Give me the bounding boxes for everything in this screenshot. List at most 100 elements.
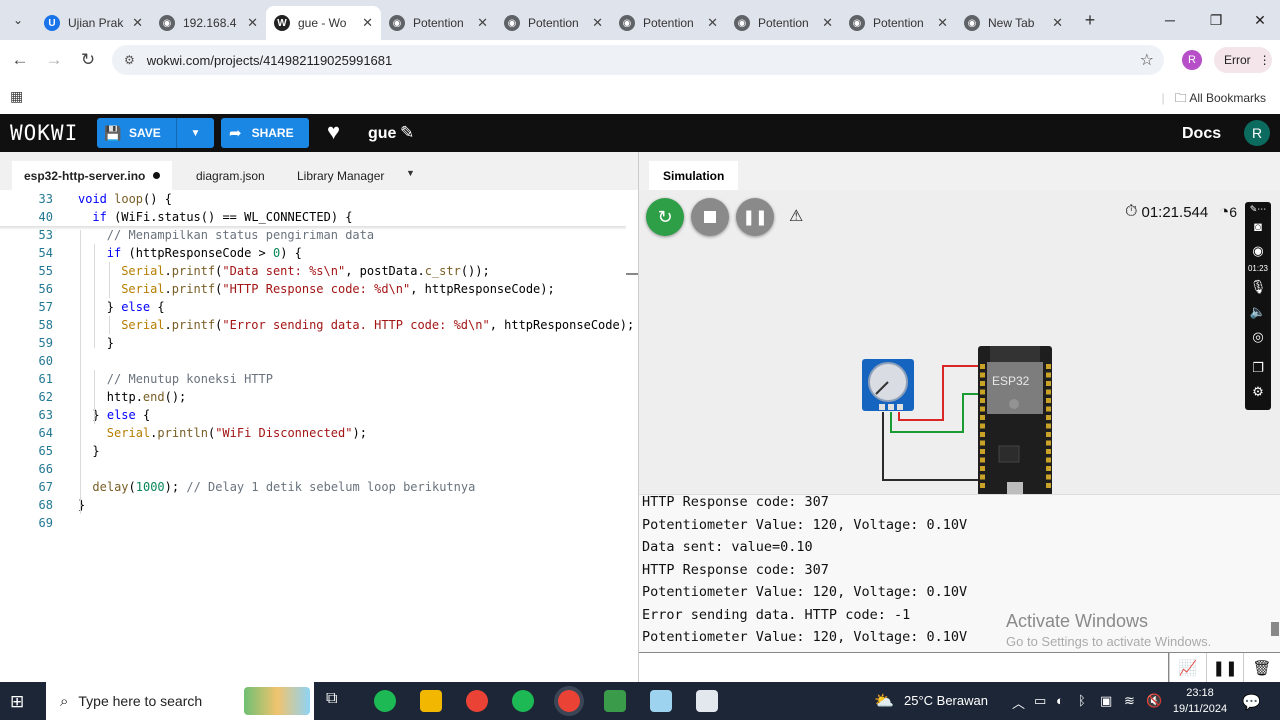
- code-area[interactable]: 33 void loop() {40 if (WiFi.status() == WL…: [0, 190, 638, 682]
- windows-start-icon[interactable]: ⊞: [10, 692, 24, 712]
- code-line[interactable]: 59}: [0, 334, 638, 352]
- wire-gnd[interactable]: [882, 412, 979, 481]
- esp32-pin[interactable]: [980, 389, 985, 395]
- edit-name-pencil-icon[interactable]: ✎: [400, 123, 414, 143]
- close-tab-icon[interactable]: ✕: [937, 15, 948, 31]
- profile-avatar[interactable]: R: [1182, 50, 1202, 70]
- close-tab-icon[interactable]: ✕: [247, 15, 258, 31]
- esp32-pin[interactable]: [1046, 406, 1051, 412]
- esp32-pin[interactable]: [980, 483, 985, 488]
- esp32-pin[interactable]: [980, 398, 985, 403]
- weather-cloud-icon[interactable]: ⛅: [874, 691, 894, 711]
- code-line[interactable]: 67 delay(1000); // Delay 1 detik sebelum …: [0, 478, 638, 496]
- code-line[interactable]: 40 if (WiFi.status() == WL_CONNECTED) {: [0, 208, 638, 226]
- webcam-icon[interactable]: ◎: [1245, 329, 1271, 345]
- code-line[interactable]: 66: [0, 460, 638, 478]
- copy-window-icon[interactable]: ❐: [1245, 360, 1271, 376]
- serial-input[interactable]: [639, 653, 1169, 683]
- task-view-icon[interactable]: ⧉: [326, 690, 348, 712]
- code-line[interactable]: 33 void loop() {: [0, 190, 638, 208]
- close-tab-icon[interactable]: ✕: [362, 15, 373, 31]
- esp32-pin[interactable]: [1046, 440, 1051, 446]
- share-button[interactable]: ➦ SHARE: [221, 118, 309, 148]
- code-line[interactable]: 69: [0, 514, 638, 532]
- esp32-pin[interactable]: [1046, 415, 1051, 420]
- tray-chevron-icon[interactable]: ︿: [1012, 693, 1025, 712]
- save-dropdown-icon[interactable]: ▼: [176, 118, 214, 148]
- code-line[interactable]: 61 // Menutup koneksi HTTP: [0, 370, 638, 388]
- esp32-pin[interactable]: [1046, 466, 1051, 471]
- code-line[interactable]: 62 http.end();: [0, 388, 638, 406]
- forward-button[interactable]: →: [37, 40, 71, 80]
- esp32-pin[interactable]: [1046, 364, 1051, 369]
- browser-tab[interactable]: U Ujian Prak ✕: [36, 6, 151, 40]
- tab-search-icon[interactable]: ⌄: [0, 0, 36, 40]
- camera-icon[interactable]: ◙: [1245, 219, 1271, 234]
- esp32-pin[interactable]: [980, 466, 985, 471]
- chrome-icon[interactable]: [466, 690, 488, 712]
- browser-tab[interactable]: ◉ New Tab ✕: [956, 6, 1071, 40]
- browser-tab[interactable]: ◉ Potention ✕: [611, 6, 726, 40]
- esp32-pin[interactable]: [980, 457, 985, 463]
- code-line[interactable]: 60: [0, 352, 638, 370]
- weather-text[interactable]: 25°C Berawan: [904, 693, 988, 708]
- reload-button[interactable]: ↻: [71, 40, 105, 80]
- tab-library-manager[interactable]: Library Manager: [285, 161, 396, 190]
- notifications-icon[interactable]: 💬: [1242, 693, 1261, 711]
- battery-icon[interactable]: ▭: [1034, 693, 1046, 709]
- microphone-icon[interactable]: 🎙: [1245, 279, 1271, 295]
- restart-simulation-button[interactable]: ↻: [646, 198, 684, 236]
- pen-icon[interactable]: ✎⋯: [1245, 204, 1271, 215]
- browser-tab[interactable]: ◉ 192.168.4 ✕: [151, 6, 266, 40]
- code-line[interactable]: 58 Serial.printf("Error sending data. HTT…: [0, 316, 638, 334]
- excel-icon[interactable]: [604, 690, 626, 712]
- tab-simulation[interactable]: Simulation: [649, 161, 739, 190]
- browser-tab[interactable]: Wgue - Wo ✕: [266, 6, 381, 40]
- esp32-pin[interactable]: [980, 406, 985, 412]
- stop-simulation-button[interactable]: [691, 198, 729, 236]
- esp32-pin[interactable]: [1046, 449, 1051, 454]
- esp32-pin[interactable]: [980, 449, 985, 454]
- docs-link[interactable]: Docs: [1182, 125, 1221, 143]
- tab-menu-dropdown-icon[interactable]: ▼: [406, 168, 415, 178]
- bookmark-star-icon[interactable]: ☆: [1140, 50, 1154, 70]
- speaker-icon[interactable]: 🔈: [1245, 304, 1271, 320]
- tab-diagram-json[interactable]: diagram.json: [184, 161, 277, 190]
- esp32-pin[interactable]: [980, 364, 985, 369]
- error-button[interactable]: Error ⋮: [1214, 47, 1272, 73]
- esp32-pin[interactable]: [1046, 381, 1051, 386]
- esp32-pin[interactable]: [980, 432, 985, 437]
- close-tab-icon[interactable]: ✕: [707, 15, 718, 31]
- wokwi-logo[interactable]: WOKWI: [10, 121, 78, 145]
- chrome-active-icon[interactable]: [558, 690, 580, 712]
- url-input[interactable]: ⚙ wokwi.com/projects/414982119025991681 …: [112, 45, 1164, 75]
- spotify-2-icon[interactable]: [512, 690, 534, 712]
- all-bookmarks-button[interactable]: | 🗀 All Bookmarks: [1162, 89, 1267, 110]
- minimize-icon[interactable]: ─: [1148, 0, 1192, 40]
- code-line[interactable]: 64 Serial.println("WiFi Disconnected");: [0, 424, 638, 442]
- esp32-pin[interactable]: [980, 423, 985, 429]
- circuit-diagram[interactable]: ESP32: [859, 342, 1059, 502]
- record-icon[interactable]: ◉: [1245, 243, 1271, 259]
- close-window-icon[interactable]: ✕: [1238, 0, 1280, 40]
- user-avatar[interactable]: R: [1244, 120, 1270, 146]
- code-line[interactable]: 55 Serial.printf("Data sent: %s\n", postD…: [0, 262, 638, 280]
- wifi-icon[interactable]: ≋: [1124, 693, 1135, 709]
- browser-tab[interactable]: ◉ Potention ✕: [496, 6, 611, 40]
- code-line[interactable]: 56 Serial.printf("HTTP Response code: %d\…: [0, 280, 638, 298]
- code-line[interactable]: 63} else {: [0, 406, 638, 424]
- close-tab-icon[interactable]: ✕: [477, 15, 488, 31]
- apps-grid-icon[interactable]: ▦: [10, 88, 23, 105]
- settings-gear-icon[interactable]: ⚙: [1245, 384, 1271, 400]
- close-tab-icon[interactable]: ✕: [1052, 15, 1063, 31]
- close-tab-icon[interactable]: ✕: [132, 15, 143, 31]
- volume-muted-icon[interactable]: 🔇: [1146, 693, 1162, 709]
- esp32-pin[interactable]: [1046, 398, 1051, 403]
- taskbar-clock[interactable]: 23:18 19/11/2024: [1172, 685, 1228, 717]
- esp32-pin[interactable]: [980, 440, 985, 446]
- save-button[interactable]: 💾 SAVE ▼: [97, 118, 214, 148]
- esp32-pin[interactable]: [980, 372, 985, 378]
- editor-app-icon[interactable]: [650, 690, 672, 712]
- wifi-status-icon[interactable]: ⚠: [789, 206, 803, 226]
- esp32-pin[interactable]: [1046, 474, 1051, 480]
